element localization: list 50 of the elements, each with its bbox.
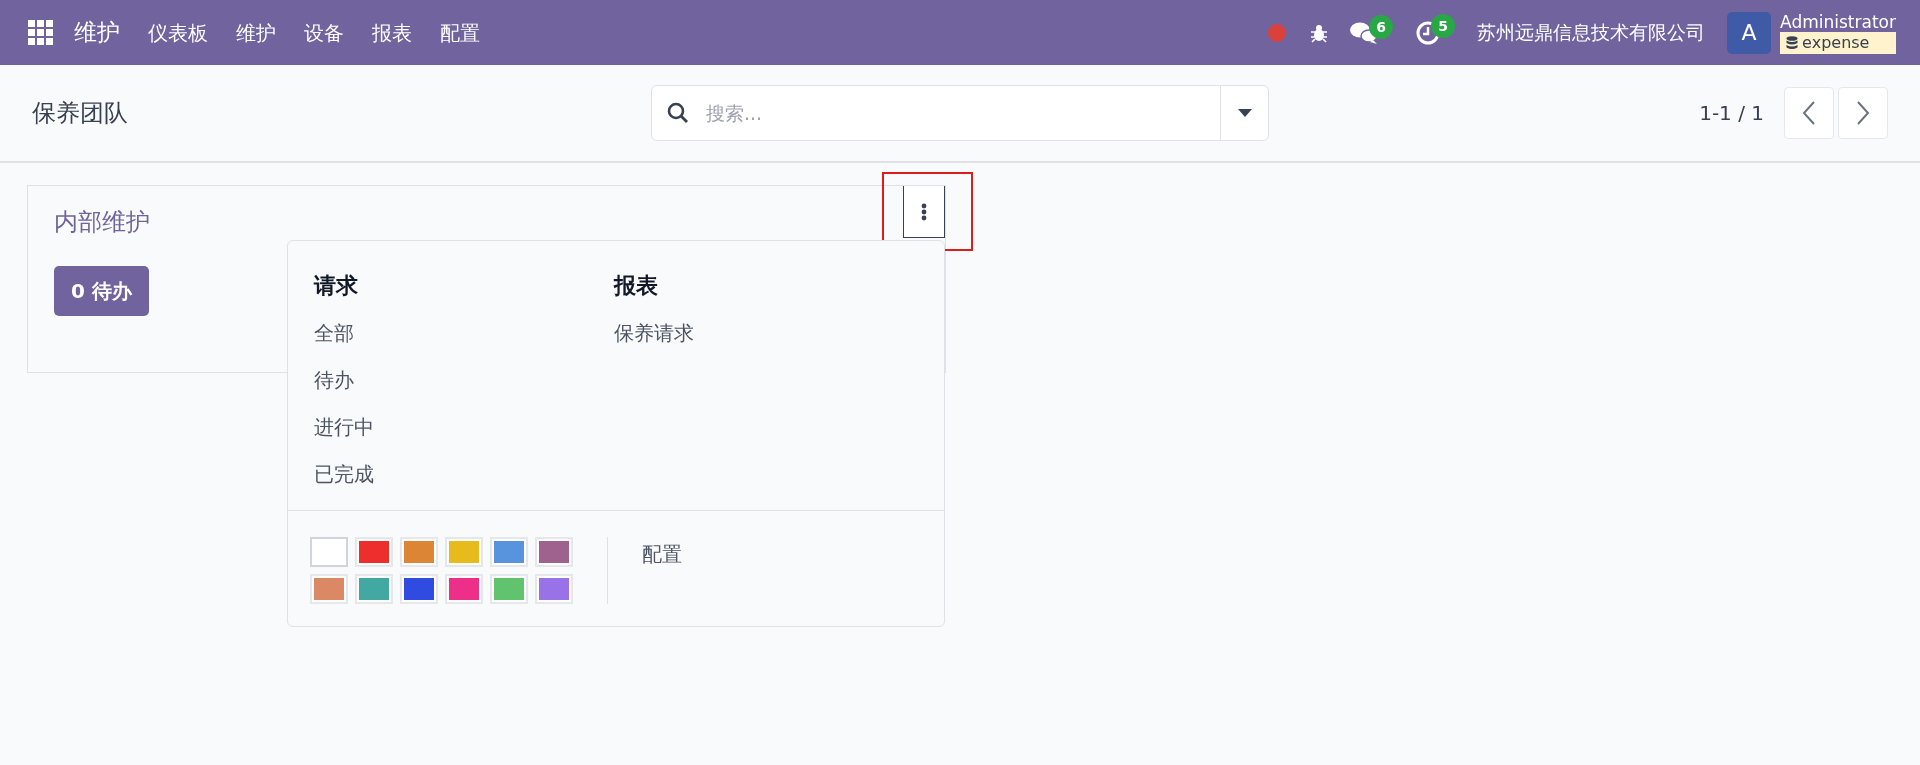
todo-button[interactable]: 0 待办 [54, 266, 149, 316]
search-field[interactable]: 搜索... [651, 85, 1269, 141]
search-icon [666, 101, 690, 125]
company-name[interactable]: 苏州远鼎信息技术有限公司 [1477, 18, 1706, 47]
color-swatch[interactable] [310, 574, 348, 604]
color-swatch[interactable] [535, 537, 573, 567]
recording-dot-icon[interactable] [1267, 22, 1288, 43]
chevron-right-icon [1856, 100, 1870, 126]
color-swatch[interactable] [535, 574, 573, 604]
menu-item[interactable]: 设备 [290, 17, 358, 48]
menu-link[interactable]: 进行中 [314, 412, 614, 442]
color-swatch[interactable] [490, 537, 528, 567]
kebab-icon [921, 202, 927, 221]
menu-link[interactable]: 待办 [314, 365, 614, 395]
menu-link[interactable]: 保养请求 [614, 318, 914, 348]
previous-page-button[interactable] [1784, 87, 1834, 139]
color-swatch[interactable] [400, 574, 438, 604]
menu-item[interactable]: 配置 [426, 17, 494, 48]
color-swatch[interactable] [445, 537, 483, 567]
color-swatch[interactable] [355, 574, 393, 604]
page-title: 保养团队 [32, 98, 128, 129]
database-icon [1786, 35, 1799, 50]
app-name[interactable]: 维护 [54, 15, 134, 50]
color-swatch[interactable] [445, 574, 483, 604]
more-options-button[interactable] [903, 186, 945, 238]
settings-link[interactable]: 配置 [642, 539, 682, 604]
count-badge: 5 [1431, 13, 1456, 38]
chevron-left-icon [1802, 100, 1816, 126]
section-heading: 报表 [614, 272, 659, 300]
color-swatch[interactable] [400, 537, 438, 567]
database-tag: expense [1780, 31, 1896, 54]
menu-link[interactable]: 全部 [314, 318, 614, 348]
user-avatar[interactable]: A [1727, 11, 1772, 54]
team-name[interactable]: 内部维护 [54, 204, 150, 240]
search-input[interactable]: 搜索... [704, 97, 1220, 129]
color-swatch[interactable] [355, 537, 393, 567]
section-heading: 请求 [314, 272, 359, 300]
count-badge: 6 [1369, 14, 1394, 39]
bug-icon[interactable] [1309, 22, 1330, 43]
user-name[interactable]: Administrator [1780, 11, 1896, 32]
menu-item[interactable]: 维护 [222, 17, 290, 48]
menu-link[interactable]: 已完成 [314, 459, 614, 489]
menu-item[interactable]: 仪表板 [134, 17, 222, 48]
apps-menu-icon[interactable] [28, 19, 54, 46]
next-page-button[interactable] [1838, 87, 1888, 139]
color-swatch[interactable] [310, 537, 348, 567]
color-swatch[interactable] [490, 574, 528, 604]
pager-value[interactable]: 1-1 / 1 [1699, 98, 1764, 128]
menu-item[interactable]: 报表 [358, 17, 426, 48]
caret-icon [1237, 109, 1252, 117]
